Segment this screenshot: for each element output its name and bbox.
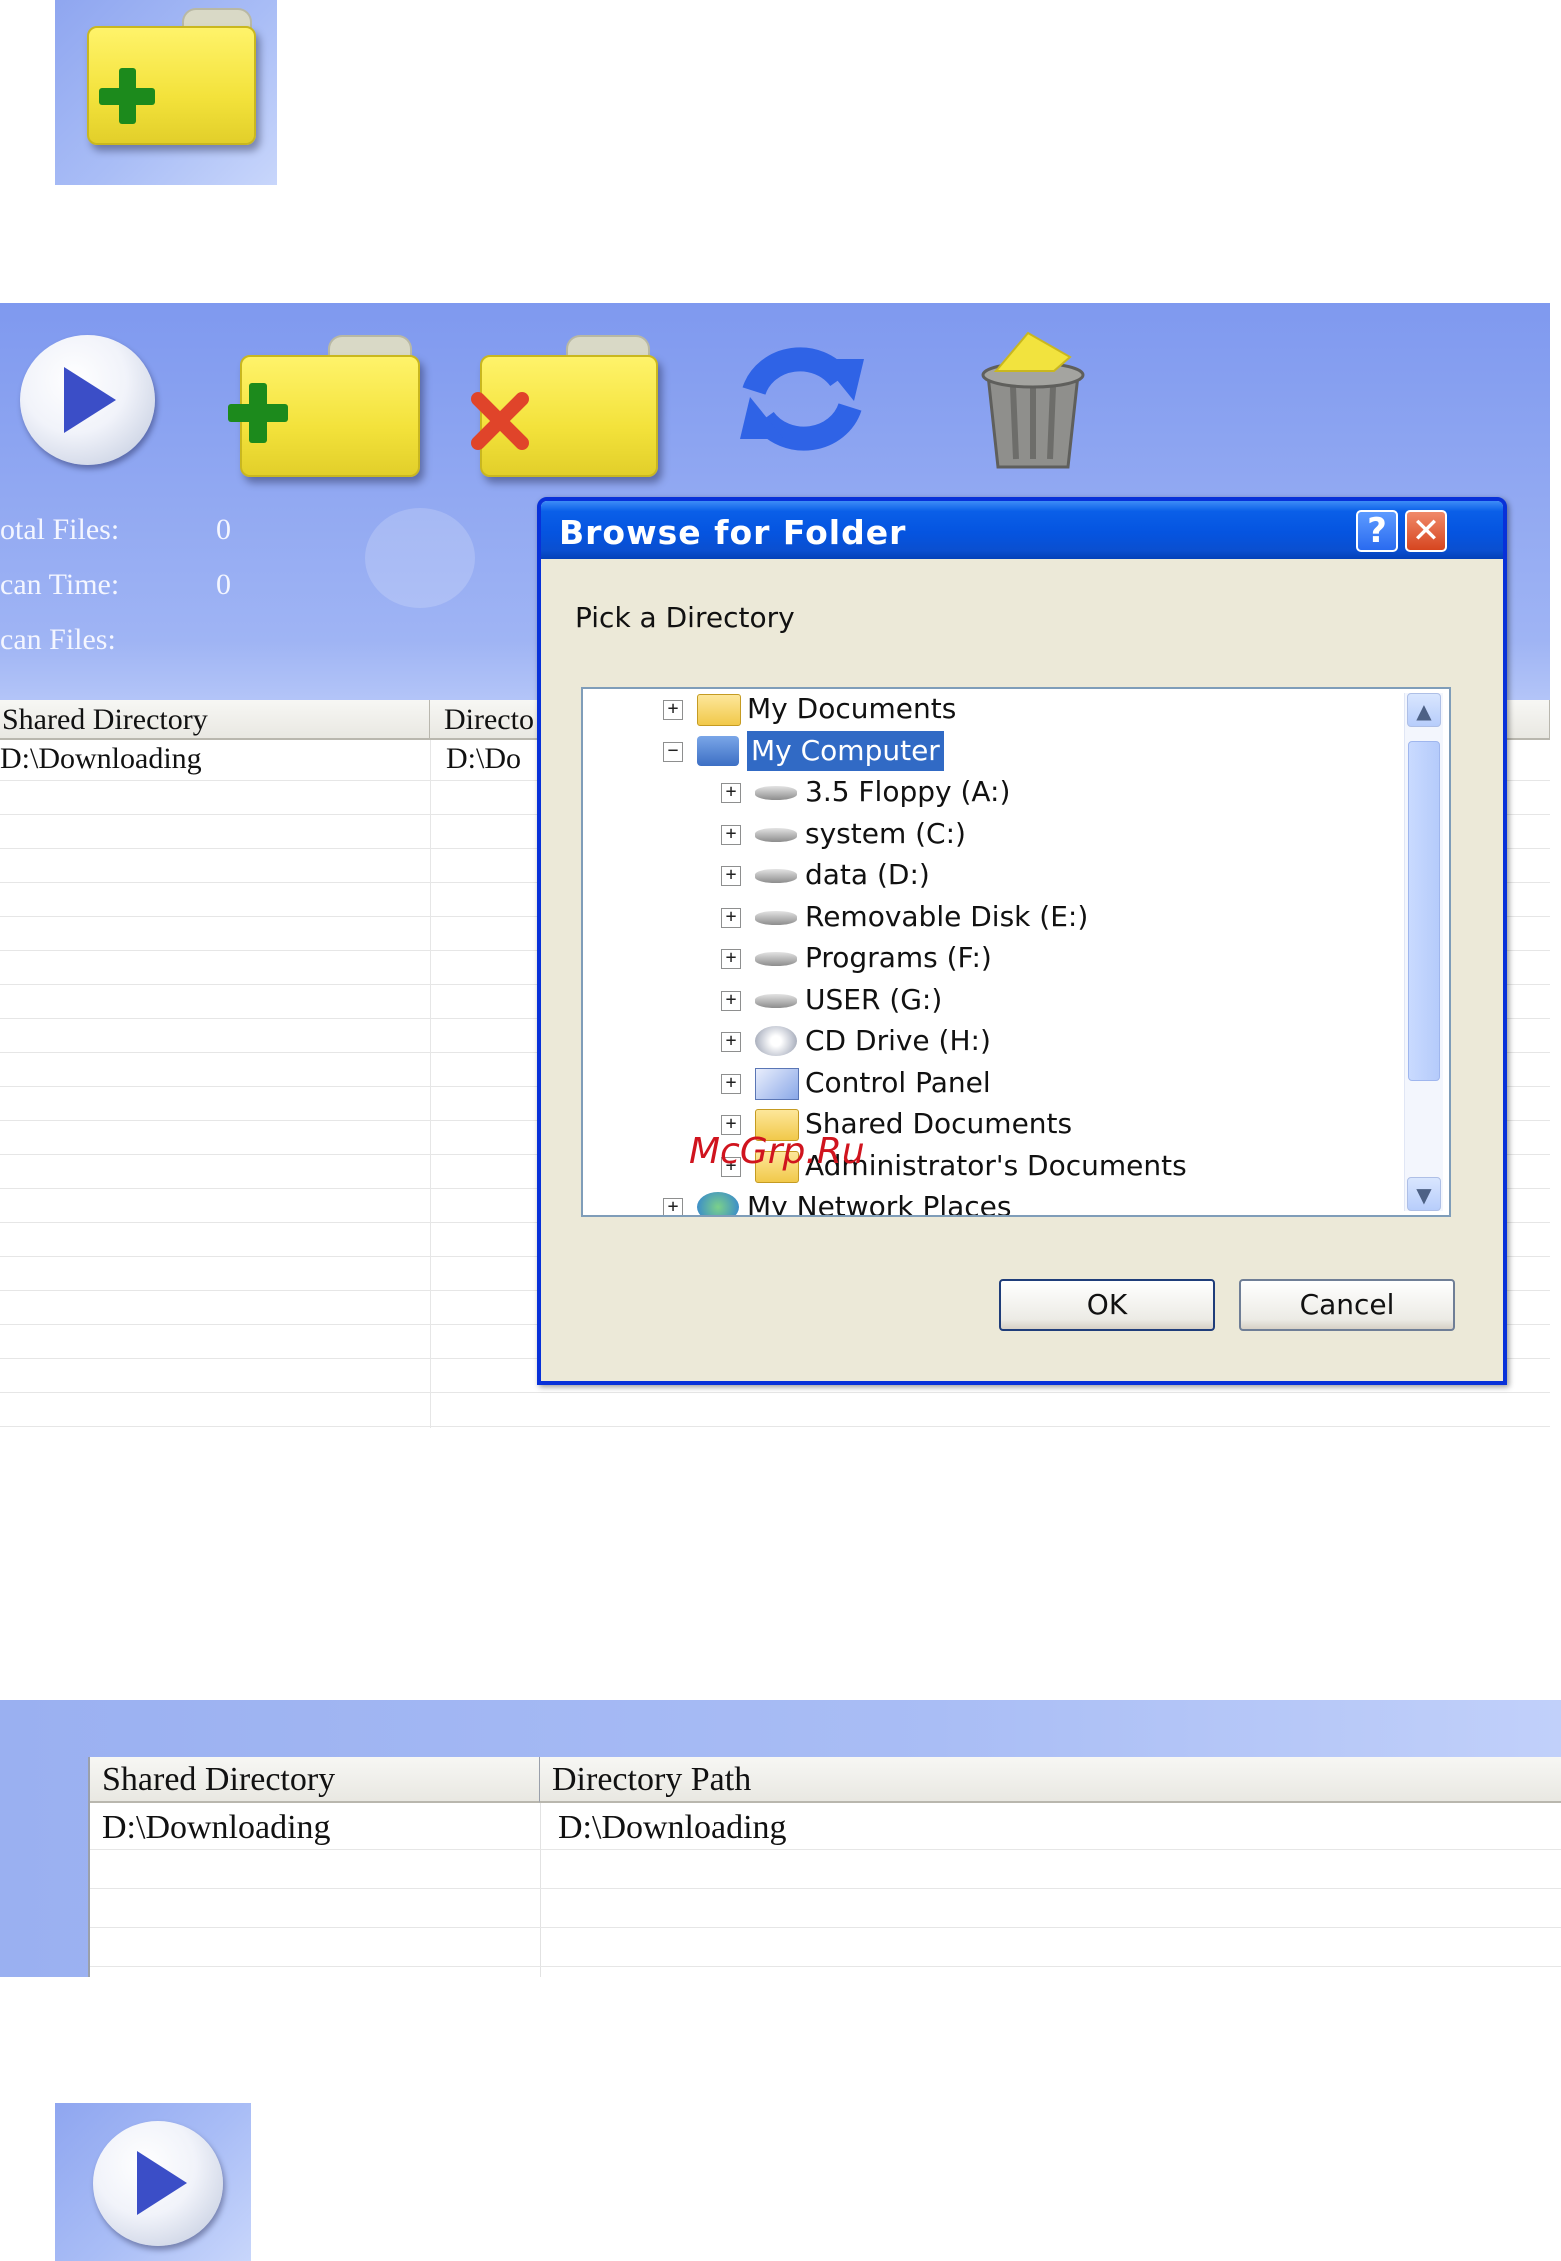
shared-directory-panel: Shared Directory Directory Path D:\Downl… [0, 1700, 1561, 1977]
expand-icon[interactable]: + [721, 1073, 741, 1094]
refresh-button[interactable] [732, 335, 872, 463]
dialog-prompt: Pick a Directory [575, 601, 795, 634]
tree-item[interactable]: +3.5 Floppy (A:) [583, 772, 1383, 812]
table-row [0, 1426, 1550, 1427]
tree-item-label: Control Panel [805, 1065, 991, 1099]
expand-icon[interactable]: + [721, 866, 741, 886]
scan-time-label: can Time: [0, 568, 120, 601]
row-line [90, 1927, 1561, 1928]
control-panel-icon [755, 1067, 799, 1100]
watermark: McGrp.Ru [689, 1131, 865, 1172]
play-icon [64, 367, 116, 433]
background-logo [365, 508, 475, 608]
tree-item-label: data (D:) [805, 858, 930, 891]
total-files-value: 0 [216, 513, 231, 546]
play-button[interactable] [20, 335, 155, 465]
scroll-up-button[interactable]: ▲ [1407, 693, 1441, 727]
expand-icon[interactable]: + [663, 700, 683, 720]
column-header-directory-path[interactable]: Directory Path [540, 1757, 1561, 1803]
play-icon [93, 2121, 223, 2246]
cancel-button[interactable]: Cancel [1239, 1279, 1455, 1331]
table-row [0, 1392, 1550, 1393]
tree-item-label: My Computer [747, 730, 944, 771]
expand-icon[interactable]: + [721, 990, 741, 1011]
browse-for-folder-dialog: Browse for Folder ? ✕ Pick a Directory +… [537, 497, 1507, 1385]
tree-item[interactable]: + CD Drive (H:) [583, 1021, 1383, 1061]
remove-folder-button[interactable] [466, 335, 664, 485]
column-header-shared-directory[interactable]: Shared Directory [0, 700, 430, 740]
tree-item[interactable]: + My Documents [583, 689, 1383, 729]
table-cell-shared-directory[interactable]: D:\Downloading [102, 1809, 331, 1847]
total-files-label: otal Files: [0, 513, 120, 546]
tree-item-label: My Documents [747, 692, 957, 725]
scroll-down-button[interactable]: ▼ [1407, 1177, 1441, 1211]
refresh-icon [740, 347, 864, 451]
recycle-bin-button[interactable] [958, 327, 1108, 477]
tree-item[interactable]: + My Network Places [583, 1187, 1383, 1217]
tree-item[interactable]: − My Computer [583, 730, 1383, 771]
play-icon-tile [55, 2103, 251, 2261]
scroll-thumb[interactable] [1408, 741, 1440, 1081]
tree-item-label: 3.5 Floppy (A:) [805, 775, 1011, 808]
expand-icon[interactable]: + [721, 949, 741, 969]
tree-item[interactable]: + Programs (F:) [583, 938, 1383, 978]
network-places-icon [697, 1192, 739, 1215]
dialog-title-bar[interactable]: Browse for Folder ? ✕ [541, 501, 1503, 559]
dialog-title: Browse for Folder [559, 513, 907, 552]
tree-item-label: USER (G:) [805, 982, 943, 1016]
scan-files-label: can Files: [0, 623, 116, 656]
tree-item-label: Removable Disk (E:) [805, 899, 1089, 933]
tree-item[interactable]: + system (C:) [583, 814, 1383, 854]
help-button[interactable]: ? [1356, 510, 1398, 552]
expand-icon[interactable]: + [721, 783, 741, 803]
collapse-icon[interactable]: − [663, 741, 683, 762]
expand-icon[interactable]: + [721, 907, 741, 928]
table-cell-directory-path[interactable]: D:\Do [446, 742, 521, 776]
hard-drive-icon [755, 952, 797, 966]
column-divider [540, 1803, 541, 1977]
tree-scrollbar[interactable]: ▲ ▼ [1404, 693, 1443, 1211]
floppy-drive-icon [755, 786, 797, 800]
tree-item-label: CD Drive (H:) [805, 1024, 991, 1057]
column-header-shared-directory[interactable]: Shared Directory [90, 1757, 540, 1803]
table-cell-shared-directory[interactable]: D:\Downloading [0, 742, 202, 776]
tree-item[interactable]: + data (D:) [583, 855, 1383, 895]
table-cell-directory-path[interactable]: D:\Downloading [558, 1809, 787, 1847]
row-line [90, 1849, 1561, 1850]
add-folder-icon-tile [55, 0, 277, 185]
hard-drive-icon [755, 993, 797, 1008]
tree-item[interactable]: + USER (G:) [583, 980, 1383, 1020]
expand-icon[interactable]: + [663, 1198, 683, 1215]
tree-item-label: My Network Places [747, 1190, 1012, 1217]
recycle-bin-icon [981, 331, 1085, 469]
row-line [90, 1966, 1561, 1967]
scan-time-value: 0 [216, 568, 231, 601]
remove-folder-icon [471, 392, 529, 450]
hard-drive-icon [755, 910, 797, 925]
expand-icon[interactable]: + [721, 824, 741, 845]
close-button[interactable]: ✕ [1405, 510, 1447, 552]
tree-item-label: Programs (F:) [805, 941, 992, 974]
hard-drive-icon [755, 827, 797, 842]
add-folder-icon [87, 8, 262, 148]
add-folder-button[interactable] [228, 335, 426, 485]
hard-drive-icon [755, 869, 797, 883]
expand-icon[interactable]: + [721, 1032, 741, 1052]
computer-icon [697, 735, 739, 766]
add-folder-icon [228, 383, 288, 443]
ok-button[interactable]: OK [999, 1279, 1215, 1331]
tree-item[interactable]: + Removable Disk (E:) [583, 897, 1383, 937]
row-line [90, 1888, 1561, 1889]
cd-drive-icon [755, 1026, 797, 1056]
tree-item[interactable]: + Control Panel [583, 1063, 1383, 1103]
documents-folder-icon [697, 694, 741, 726]
tree-item-label: system (C:) [805, 816, 966, 850]
shared-directory-table-zoomed: Shared Directory Directory Path D:\Downl… [88, 1757, 1561, 1977]
